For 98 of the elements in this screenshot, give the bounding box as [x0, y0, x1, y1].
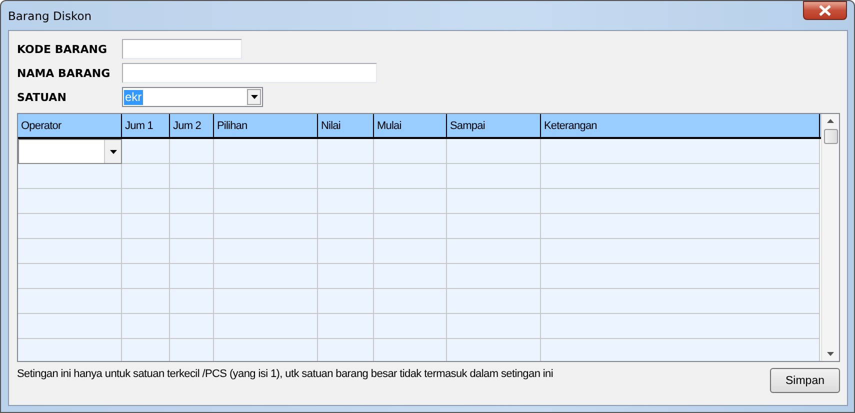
dropdown-button[interactable]: [104, 140, 121, 163]
table-cell[interactable]: [318, 264, 374, 289]
window-title: Barang Diskon: [8, 8, 92, 22]
table-cell[interactable]: [18, 264, 122, 289]
table-cell[interactable]: [214, 139, 318, 164]
table-cell[interactable]: [447, 264, 541, 289]
table-cell[interactable]: [214, 214, 318, 239]
table-cell[interactable]: [122, 264, 170, 289]
table-cell[interactable]: [170, 264, 214, 289]
table-cell[interactable]: [541, 289, 820, 314]
column-header[interactable]: Nilai: [318, 114, 374, 137]
table-cell[interactable]: [170, 164, 214, 189]
table-cell[interactable]: [447, 289, 541, 314]
table-cell[interactable]: [318, 239, 374, 264]
table-cell[interactable]: [170, 314, 214, 339]
scroll-down-icon[interactable]: [827, 352, 834, 356]
table-cell[interactable]: [122, 139, 170, 164]
table-cell[interactable]: [214, 189, 318, 214]
table-cell[interactable]: [122, 214, 170, 239]
table-cell[interactable]: [318, 314, 374, 339]
table-cell[interactable]: [318, 189, 374, 214]
table-cell[interactable]: [170, 214, 214, 239]
table-cell[interactable]: [214, 314, 318, 339]
table-cell[interactable]: [374, 164, 447, 189]
input-field[interactable]: [122, 63, 377, 83]
table-cell[interactable]: [541, 214, 820, 239]
table-cell[interactable]: [170, 139, 214, 164]
table-cell[interactable]: [18, 339, 122, 361]
table-cell[interactable]: [214, 164, 318, 189]
table-cell[interactable]: [318, 164, 374, 189]
table-cell[interactable]: [541, 314, 820, 339]
table-cell[interactable]: [18, 164, 122, 189]
close-icon: [818, 5, 832, 16]
table-cell[interactable]: [18, 289, 122, 314]
column-header[interactable]: Sampai: [447, 114, 541, 137]
table-cell[interactable]: [374, 314, 447, 339]
table-cell[interactable]: [447, 314, 541, 339]
table-cell[interactable]: [447, 339, 541, 361]
save-button[interactable]: Simpan: [770, 368, 840, 393]
table-cell[interactable]: [541, 264, 820, 289]
note-text: Setingan ini hanya untuk satuan terkecil /PCS (yang isi 1), utk satuan barang besar tidak termasuk dalam setingan ini: [17, 368, 553, 380]
table-cell[interactable]: [122, 239, 170, 264]
field-label: NAMA BARANG: [17, 66, 112, 80]
table-cell[interactable]: [318, 289, 374, 314]
table-cell[interactable]: [374, 264, 447, 289]
table-cell[interactable]: [447, 214, 541, 239]
table-cell[interactable]: [374, 289, 447, 314]
table-cell[interactable]: [170, 239, 214, 264]
table-cell[interactable]: [170, 189, 214, 214]
dropdown-button[interactable]: [247, 89, 261, 105]
table-cell[interactable]: [374, 139, 447, 164]
table-cell[interactable]: [318, 214, 374, 239]
table-cell[interactable]: [170, 339, 214, 361]
table-cell[interactable]: [318, 339, 374, 361]
table-cell[interactable]: [18, 314, 122, 339]
table-cell[interactable]: [122, 314, 170, 339]
table-cell[interactable]: [447, 239, 541, 264]
field-label: SATUAN: [17, 90, 68, 104]
table-cell[interactable]: [541, 139, 820, 164]
column-header[interactable]: Keterangan: [541, 114, 820, 137]
column-header[interactable]: Jum 1: [122, 114, 170, 137]
table-cell[interactable]: [318, 139, 374, 164]
table-cell[interactable]: [374, 239, 447, 264]
table-cell[interactable]: [541, 189, 820, 214]
input-field[interactable]: [122, 39, 242, 59]
table-cell[interactable]: [214, 239, 318, 264]
table-cell[interactable]: [18, 214, 122, 239]
scroll-thumb[interactable]: [824, 129, 838, 144]
table-cell[interactable]: [122, 189, 170, 214]
table-cell[interactable]: [122, 164, 170, 189]
table-cell[interactable]: [374, 214, 447, 239]
field-label: KODE BARANG: [17, 42, 108, 56]
column-header[interactable]: Jum 2: [170, 114, 214, 137]
table-cell[interactable]: [170, 289, 214, 314]
table-cell[interactable]: [541, 164, 820, 189]
table-cell[interactable]: [447, 164, 541, 189]
table-cell[interactable]: [541, 239, 820, 264]
caret-icon: [250, 95, 258, 99]
table-cell[interactable]: [122, 339, 170, 361]
table-cell[interactable]: [447, 139, 541, 164]
cell-dropdown[interactable]: [18, 139, 122, 164]
table-cell[interactable]: [122, 289, 170, 314]
column-header[interactable]: Mulai: [374, 114, 447, 137]
table-cell[interactable]: [18, 189, 122, 214]
table-cell[interactable]: [214, 264, 318, 289]
table-cell[interactable]: [374, 189, 447, 214]
table-cell[interactable]: [541, 339, 820, 361]
scroll-up-icon[interactable]: [827, 119, 834, 123]
column-header[interactable]: Operator: [18, 114, 122, 137]
caret-icon: [110, 150, 116, 154]
table-cell[interactable]: [447, 189, 541, 214]
close-button[interactable]: [803, 1, 847, 20]
table-cell[interactable]: [18, 239, 122, 264]
table-cell[interactable]: [374, 339, 447, 361]
column-header[interactable]: Pilihan: [214, 114, 318, 137]
table-cell[interactable]: [214, 339, 318, 361]
table-cell[interactable]: [214, 289, 318, 314]
scrollbar[interactable]: [821, 114, 839, 361]
